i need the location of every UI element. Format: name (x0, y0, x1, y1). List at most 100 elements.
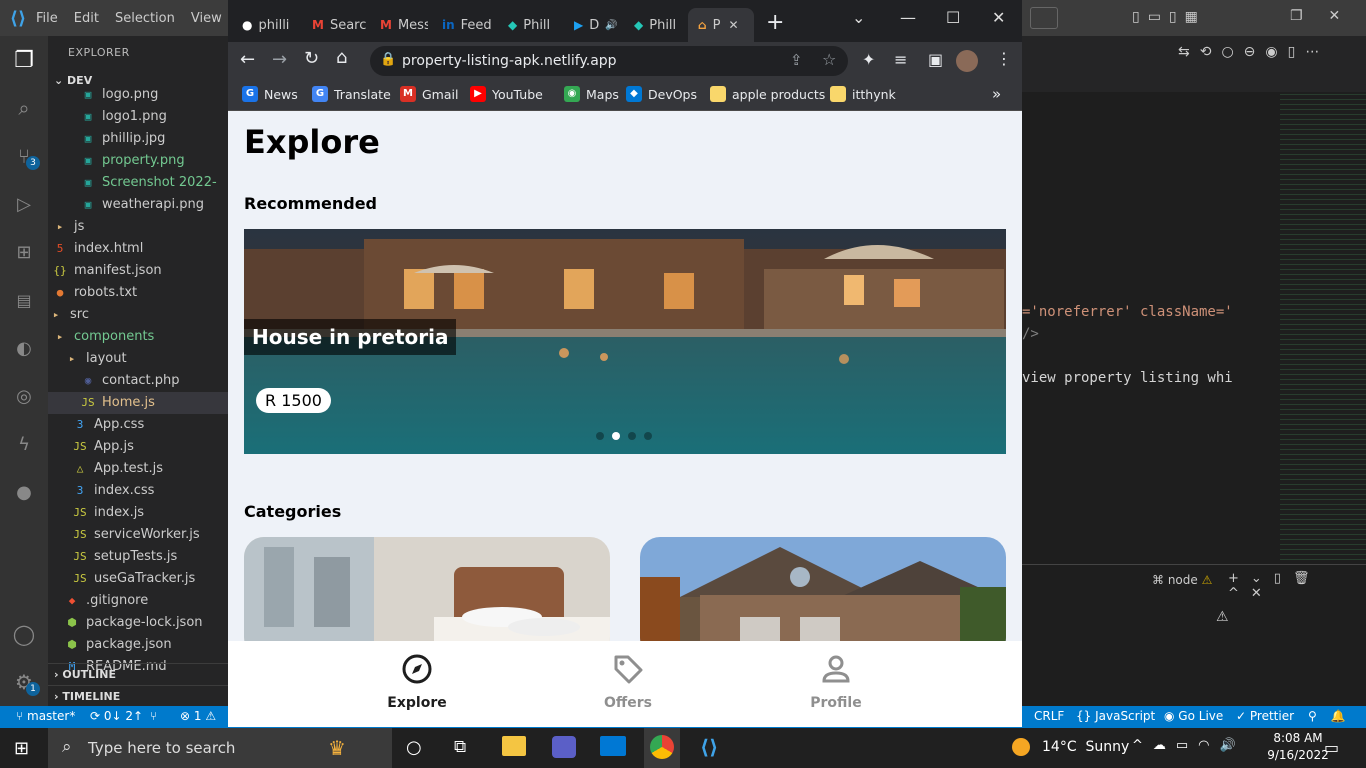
bookmark-star-icon[interactable]: ☆ (822, 50, 836, 69)
home-button[interactable]: ⌂ (336, 47, 347, 68)
file-tree-item[interactable]: JS App.js (48, 436, 228, 458)
file-tree-item[interactable]: ⬢ package-lock.json (48, 612, 228, 634)
gitlens-activity[interactable]: ◎ (0, 372, 48, 420)
browser-tab[interactable]: ● philli (232, 8, 298, 42)
file-tree-item[interactable]: ▣ weatherapi.png (48, 194, 228, 216)
bookmark-item[interactable]: G Translate (312, 86, 391, 102)
browser-tab[interactable]: M Searc (302, 8, 366, 42)
browser-tab[interactable]: M Mess (370, 8, 428, 42)
profile-avatar[interactable] (956, 50, 978, 72)
close-tab-icon[interactable]: ✕ (728, 18, 738, 32)
mail-icon[interactable] (600, 736, 626, 756)
close-window-button[interactable]: ✕ (992, 8, 1005, 27)
language-mode[interactable]: {} JavaScript (1076, 709, 1155, 723)
file-tree-item[interactable]: 5 index.html (48, 238, 228, 260)
file-tree-item[interactable]: △ App.test.js (48, 458, 228, 480)
bookmark-item[interactable]: ▶ YouTube (470, 86, 543, 102)
teams-icon[interactable] (552, 736, 576, 758)
file-tree-item[interactable]: ▣ Screenshot 2022- (48, 172, 228, 194)
carousel-dot-active[interactable] (612, 432, 620, 440)
terminal-actions[interactable]: +⌄▯🗑^✕ (1228, 571, 1366, 601)
docker-activity[interactable]: ▤ (0, 276, 48, 324)
category-card-rent[interactable] (244, 537, 610, 657)
explorer-activity[interactable]: ❐ (0, 36, 48, 84)
clock-date[interactable]: 9/16/2022 (1266, 748, 1330, 762)
edge-activity[interactable]: ◐ (0, 324, 48, 372)
minimap[interactable] (1280, 92, 1366, 562)
file-tree-item[interactable]: ▣ phillip.jpg (48, 128, 228, 150)
outline-section[interactable]: › OUTLINE (48, 663, 228, 685)
chrome-icon[interactable] (650, 735, 674, 759)
bookmark-item[interactable]: ◆ DevOps (626, 86, 697, 102)
github-activity[interactable]: ● (0, 468, 48, 516)
system-tray-icons[interactable]: ^☁▭◠🔊 (1132, 738, 1246, 753)
cortana-icon[interactable]: ○ (406, 737, 422, 758)
layout-controls[interactable]: ▯▭▯▦ (1132, 9, 1206, 25)
source-control-activity[interactable]: ⑂ 3 (0, 132, 48, 180)
more-bookmarks-icon[interactable]: » (992, 85, 1001, 103)
browser-tab[interactable]: ▶ D 🔊 (564, 8, 620, 42)
bookmark-item[interactable]: apple products (710, 86, 825, 102)
file-tree-item[interactable]: ▸ src (48, 304, 228, 326)
problems-indicator[interactable]: ⊗ 1 ⚠ (180, 709, 216, 723)
search-activity[interactable]: ⌕ (0, 84, 48, 132)
notifications-icon[interactable]: ▭ (1324, 738, 1339, 757)
file-tree-item[interactable]: ◉ contact.php (48, 370, 228, 392)
windows-start-icon[interactable]: ⊞ (14, 738, 29, 759)
file-tree-item[interactable]: ● robots.txt (48, 282, 228, 304)
file-tree-item[interactable]: JS setupTests.js (48, 546, 228, 568)
carousel-dot[interactable] (628, 432, 636, 440)
browser-tab[interactable]: ◆ Phill (624, 8, 684, 42)
task-view-icon[interactable]: ⧉ (454, 737, 466, 757)
file-tree-item[interactable]: ◆ .gitignore (48, 590, 228, 612)
carousel-dot[interactable] (596, 432, 604, 440)
file-tree-item[interactable]: ▸ layout (48, 348, 228, 370)
file-tree-item[interactable]: JS useGaTracker.js (48, 568, 228, 590)
taskbar-search[interactable]: ⌕ Type here to search ♛ (48, 728, 392, 768)
file-tree-item[interactable]: ⬢ package.json (48, 634, 228, 656)
nav-profile[interactable]: Profile (776, 653, 896, 711)
timeline-section[interactable]: › TIMELINE (48, 685, 228, 706)
terminal-tab[interactable]: ⌘ node ⚠ (1152, 573, 1212, 587)
minimize-button[interactable]: — (900, 8, 916, 27)
recommended-slide[interactable]: House in pretoria R 1500 (244, 229, 1006, 454)
menu-view[interactable]: View (191, 11, 222, 26)
file-tree-item[interactable]: JS index.js (48, 502, 228, 524)
manage-activity[interactable]: ⚙ 1 (0, 658, 48, 706)
vscode-window-controls[interactable]: ❐✕ (1290, 8, 1366, 24)
file-tree-item[interactable]: ▸ js (48, 216, 228, 238)
git-graph-icon[interactable]: ⑂ (150, 709, 157, 723)
go-live-button[interactable]: ◉ Go Live (1164, 709, 1223, 723)
vscode-taskbar-icon[interactable]: ⟨⟩ (700, 735, 718, 759)
menu-selection[interactable]: Selection (115, 11, 175, 26)
bookmark-item[interactable]: M Gmail (400, 86, 458, 102)
menu-file[interactable]: File (36, 11, 58, 26)
debug-activity[interactable]: ▷ (0, 180, 48, 228)
menu-edit[interactable]: Edit (74, 11, 99, 26)
tab-search-icon[interactable]: ⌄ (852, 8, 865, 27)
carousel-dot[interactable] (644, 432, 652, 440)
browser-tab[interactable]: ⌂ P ✕ (688, 8, 754, 42)
category-card-sell[interactable] (640, 537, 1006, 657)
command-center-dropdown[interactable] (1030, 7, 1058, 29)
file-explorer-icon[interactable] (502, 736, 526, 756)
extensions-activity[interactable]: ⊞ (0, 228, 48, 276)
extensions-icon[interactable]: ✦ (862, 50, 875, 69)
weather-text[interactable]: 14°C Sunny (1042, 739, 1129, 755)
bookmark-item[interactable]: ◉ Maps (564, 86, 619, 102)
new-tab-button[interactable]: + (766, 12, 784, 34)
reload-button[interactable]: ↻ (304, 48, 319, 69)
file-tree-item[interactable]: 3 index.css (48, 480, 228, 502)
git-branch[interactable]: ⑂ master* (16, 709, 75, 723)
bookmark-item[interactable]: itthynk (830, 86, 896, 102)
forward-button[interactable]: → (272, 49, 287, 70)
audio-playing-icon[interactable]: 🔊 (605, 20, 617, 31)
git-sync[interactable]: ⟳ 0↓ 2↑ (90, 709, 143, 723)
thunder-activity[interactable]: ϟ (0, 420, 48, 468)
eol-indicator[interactable]: CRLF (1034, 709, 1064, 723)
file-tree-item[interactable]: ▸ components (48, 326, 228, 348)
file-tree-item[interactable]: JS serviceWorker.js (48, 524, 228, 546)
editor-action-icons[interactable]: ⇆⟲○⊖◉▯⋯ (1178, 44, 1329, 60)
file-tree-item[interactable]: ▣ logo1.png (48, 106, 228, 128)
feedback-icons[interactable]: ⚲🔔 (1308, 709, 1360, 723)
